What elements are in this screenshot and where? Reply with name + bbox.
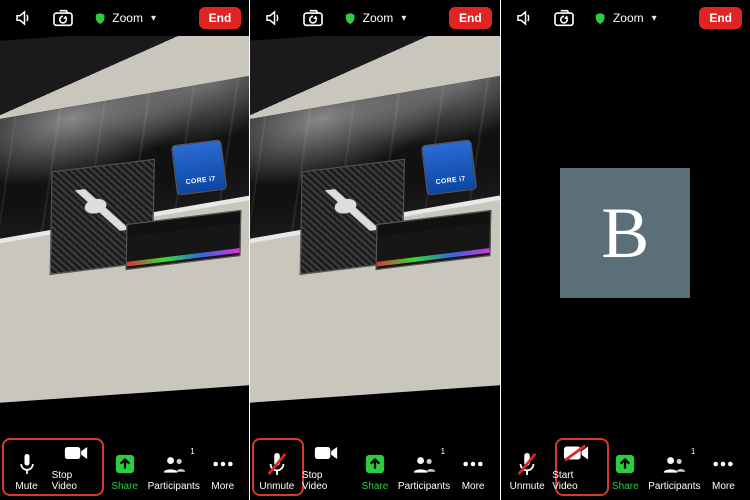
share-button[interactable]: Share (101, 451, 149, 492)
shield-icon (594, 11, 607, 26)
participants-icon: 1 (409, 451, 439, 477)
end-button[interactable]: End (199, 7, 242, 29)
mute-label: Unmute (259, 481, 294, 492)
app-title-dropdown[interactable]: Zoom ▾ (93, 11, 156, 26)
participants-icon: 1 (659, 451, 689, 477)
share-button[interactable]: Share (601, 451, 649, 492)
unmute-button[interactable]: Unmute (253, 451, 301, 492)
top-bar: Zoom ▾ End (501, 0, 750, 36)
share-button[interactable]: Share (351, 451, 399, 492)
participants-button[interactable]: 1 Participants (650, 451, 698, 492)
participants-label: Participants (648, 481, 700, 492)
mute-label: Mute (15, 481, 37, 492)
video-icon (311, 440, 341, 466)
start-video-button[interactable]: Start Video (552, 440, 600, 492)
more-label: More (211, 481, 234, 492)
share-icon (360, 451, 390, 477)
bottom-toolbar: Unmute Stop Video Share 1 Participants M… (250, 430, 499, 500)
avatar-initial: B (601, 192, 649, 275)
chevron-down-icon: ▾ (652, 13, 657, 24)
top-bar: Zoom ▾ End (0, 0, 249, 36)
share-label: Share (612, 481, 639, 492)
unmute-button[interactable]: Unmute (503, 451, 551, 492)
shield-icon (344, 11, 357, 26)
more-label: More (462, 481, 485, 492)
participants-button[interactable]: 1 Participants (150, 451, 198, 492)
participants-count: 1 (441, 447, 445, 456)
share-label: Share (111, 481, 138, 492)
video-label: Stop Video (52, 470, 100, 492)
participants-icon: 1 (159, 451, 189, 477)
camera-preview-laptop (0, 36, 249, 403)
app-title-dropdown[interactable]: Zoom ▾ (594, 11, 657, 26)
video-feed (0, 36, 249, 430)
speaker-icon[interactable] (8, 5, 38, 31)
more-icon (208, 451, 238, 477)
video-off-placeholder: B (501, 36, 750, 430)
pane-2: Zoom▾ End Unmute Stop Video S (249, 0, 499, 500)
more-label: More (712, 481, 735, 492)
camera-flip-icon[interactable] (48, 5, 78, 31)
top-bar: Zoom ▾ End (250, 0, 499, 36)
participants-button[interactable]: 1 Participants (400, 451, 448, 492)
app-name: Zoom (363, 11, 394, 25)
app-title-dropdown[interactable]: Zoom ▾ (344, 11, 407, 26)
participants-label: Participants (148, 481, 200, 492)
speaker-icon[interactable] (258, 5, 288, 31)
video-feed (250, 36, 499, 430)
pane-1: Zoom ▾ End Mute (0, 0, 249, 500)
mute-button[interactable]: Mute (3, 451, 51, 492)
mute-label: Unmute (510, 481, 545, 492)
more-icon (458, 451, 488, 477)
end-button[interactable]: End (699, 7, 742, 29)
video-button[interactable]: Stop Video (302, 440, 350, 492)
more-button[interactable]: More (699, 451, 747, 492)
shield-icon (93, 11, 106, 26)
speaker-icon[interactable] (509, 5, 539, 31)
video-button[interactable]: Stop Video (52, 440, 100, 492)
share-label: Share (362, 481, 389, 492)
camera-flip-icon[interactable] (298, 5, 328, 31)
participants-count: 1 (691, 447, 695, 456)
video-label: Stop Video (302, 470, 350, 492)
chevron-down-icon: ▾ (401, 13, 406, 24)
more-icon (708, 451, 738, 477)
share-icon (610, 451, 640, 477)
microphone-muted-icon (262, 451, 292, 477)
video-label: Start Video (552, 470, 600, 492)
microphone-icon (12, 451, 42, 477)
end-button[interactable]: End (449, 7, 492, 29)
triptych: Zoom ▾ End Mute (0, 0, 750, 500)
camera-preview-laptop (250, 36, 499, 403)
camera-flip-icon[interactable] (549, 5, 579, 31)
bottom-toolbar: Mute Stop Video Share 1 Participants (0, 430, 249, 500)
bottom-toolbar: Unmute Start Video Share 1 Participants … (501, 430, 750, 500)
video-off-icon (561, 440, 591, 466)
video-icon (61, 440, 91, 466)
chevron-down-icon: ▾ (151, 13, 156, 24)
participants-count: 1 (190, 447, 194, 456)
app-name: Zoom (112, 11, 143, 25)
more-button[interactable]: More (449, 451, 497, 492)
microphone-muted-icon (512, 451, 542, 477)
avatar: B (560, 168, 690, 298)
pane-3: Zoom ▾ End B Unmute Start Video Share (500, 0, 750, 500)
app-name: Zoom (613, 11, 644, 25)
more-button[interactable]: More (199, 451, 247, 492)
participants-label: Participants (398, 481, 450, 492)
share-icon (110, 451, 140, 477)
